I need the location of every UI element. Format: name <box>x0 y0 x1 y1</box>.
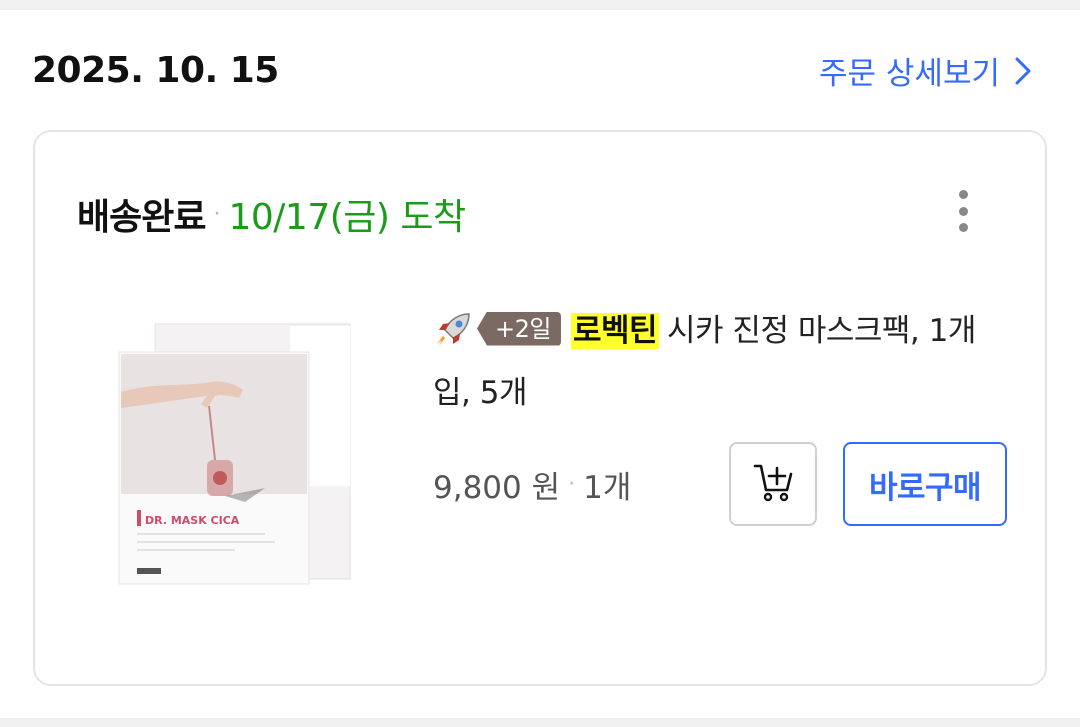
order-date: 2025. 10. 15 <box>32 50 279 91</box>
more-vertical-icon-dot <box>958 190 968 199</box>
delivery-days-badge: +2일 <box>477 311 561 346</box>
order-card: 배송완료 · 10/17(금) 도착 DR. MASK CICA +2일 로벡틴… <box>33 130 1047 686</box>
delivery-status: 배송완료 <box>77 197 206 238</box>
shipment-status-line: 배송완료 · 10/17(금) 도착 <box>77 188 466 240</box>
product-brand: 로벡틴 <box>570 313 660 349</box>
add-to-cart-icon <box>751 460 795 508</box>
arrival-date: 10/17(금) 도착 <box>228 197 466 238</box>
price-line: 9,800 원 · 1개 <box>433 462 631 507</box>
product-price: 9,800 원 <box>433 470 561 506</box>
product-info: +2일 로벡틴 시카 진정 마스크팩, 1개입, 5개 <box>433 300 1013 424</box>
product-title[interactable]: +2일 로벡틴 시카 진정 마스크팩, 1개입, 5개 <box>433 300 1013 424</box>
product-thumbnail[interactable]: DR. MASK CICA <box>115 312 375 592</box>
order-detail-label: 주문 상세보기 <box>819 56 1000 92</box>
more-options-button[interactable] <box>943 186 983 236</box>
more-vertical-icon-dot <box>958 206 968 216</box>
more-vertical-icon-dot <box>958 223 968 232</box>
status-separator: · <box>213 201 221 227</box>
order-detail-link[interactable]: 주문 상세보기 <box>819 48 1032 93</box>
buy-now-button[interactable]: 바로구매 <box>843 442 1007 526</box>
product-quantity: 1개 <box>583 470 632 506</box>
price-separator: · <box>568 472 576 497</box>
rocket-icon <box>433 309 473 349</box>
order-page: 2025. 10. 15 주문 상세보기 배송완료 · 10/17(금) 도착 <box>0 10 1080 718</box>
add-to-cart-button[interactable] <box>729 442 817 526</box>
chevron-right-icon <box>1014 56 1032 86</box>
product-image-label: DR. MASK CICA <box>145 514 240 527</box>
